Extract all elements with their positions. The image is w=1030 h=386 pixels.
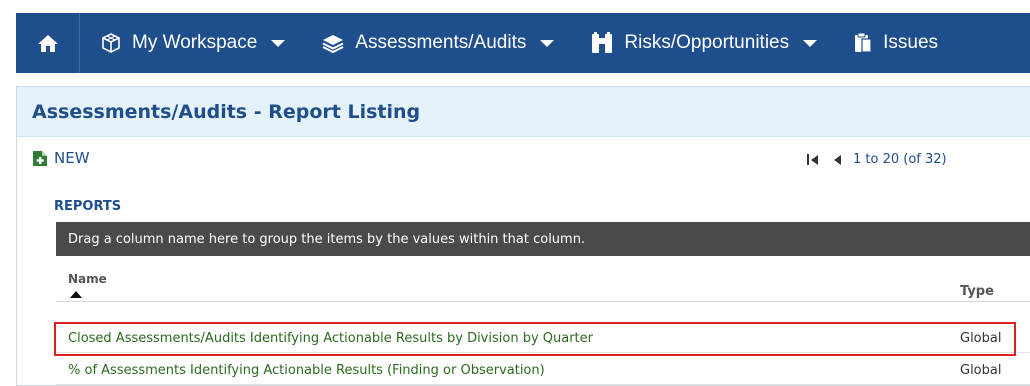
report-type: Global xyxy=(960,331,1002,346)
cube-icon xyxy=(102,33,120,53)
pager-text: 1 to 20 (of 32) xyxy=(853,152,947,167)
panel-header: Assessments/Audits - Report Listing xyxy=(17,87,1030,137)
nav-label: My Workspace xyxy=(132,32,258,53)
pager: 1 to 20 (of 32) xyxy=(807,152,947,167)
home-button[interactable] xyxy=(16,13,80,73)
nav-risks-opportunities[interactable]: Risks/Opportunities xyxy=(570,13,833,73)
table-row[interactable]: % of Assessments Identifying Actionable … xyxy=(56,355,1030,385)
group-hint-text: Drag a column name here to group the ite… xyxy=(68,231,586,247)
layers-icon xyxy=(322,35,344,53)
report-type: Global xyxy=(960,363,1002,378)
first-page-icon[interactable] xyxy=(807,154,818,165)
column-header-row: Name Type xyxy=(56,256,1030,302)
nav-my-workspace[interactable]: My Workspace xyxy=(80,13,301,73)
report-name-link[interactable]: % of Assessments Identifying Actionable … xyxy=(68,363,545,378)
report-name-link[interactable]: Closed Assessments/Audits Identifying Ac… xyxy=(68,331,593,346)
page-title: Assessments/Audits - Report Listing xyxy=(32,100,421,123)
chevron-down-icon xyxy=(803,39,818,47)
add-document-icon xyxy=(33,150,47,166)
binoculars-icon xyxy=(592,32,613,53)
reports-section-label: REPORTS xyxy=(54,199,122,214)
nav-label: Assessments/Audits xyxy=(355,32,527,53)
nav-issues[interactable]: Issues xyxy=(833,13,938,73)
new-report-button[interactable]: NEW xyxy=(32,149,90,167)
group-by-drop-zone[interactable]: Drag a column name here to group the ite… xyxy=(56,222,1030,256)
new-button-label: NEW xyxy=(54,149,90,167)
table-row[interactable]: Closed Assessments/Audits Identifying Ac… xyxy=(56,323,1030,353)
chevron-down-icon xyxy=(540,39,555,47)
nav-label: Risks/Opportunities xyxy=(624,32,790,53)
nav-label: Issues xyxy=(883,32,939,53)
chevron-down-icon xyxy=(271,39,286,47)
sort-ascending-icon xyxy=(70,291,82,298)
previous-page-icon[interactable] xyxy=(834,154,841,165)
column-header-name[interactable]: Name xyxy=(68,272,107,286)
nav-assessments-audits[interactable]: Assessments/Audits xyxy=(301,13,570,73)
home-icon xyxy=(37,35,58,52)
clipboard-icon xyxy=(855,32,872,53)
toolbar: NEW 1 to 20 (of 32) xyxy=(17,149,1030,175)
top-navigation: My Workspace Assessments/Audits Risks/Op… xyxy=(16,13,1030,73)
column-header-type[interactable]: Type xyxy=(960,284,994,299)
